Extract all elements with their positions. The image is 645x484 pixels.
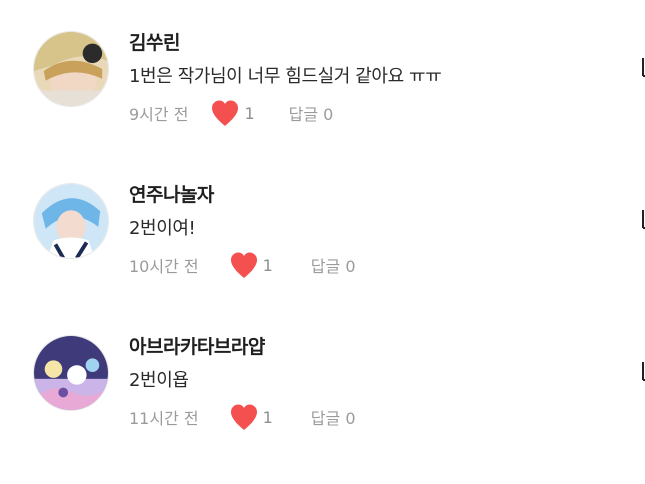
reply-button[interactable]: 답글 0 bbox=[289, 101, 334, 125]
comment-text: 2번이여! bbox=[129, 218, 196, 239]
comment-time: 10시간 전 bbox=[129, 257, 199, 276]
avatar-image bbox=[34, 32, 108, 106]
comment-item: 연주나놀자 2번이여! 10시간 전 1 답글 0 bbox=[0, 174, 645, 304]
comment-time: 11시간 전 bbox=[129, 409, 199, 428]
comment-meta: 11시간 전 1 답글 0 bbox=[129, 402, 356, 432]
comment-item: 아브라카타브라얍 2번이욥 11시간 전 1 답글 0 bbox=[0, 326, 645, 456]
comment-item: 김쑤린 1번은 작가님이 너무 힘드실거 같아요 ㅠㅠ 9시간 전 1 답글 0 bbox=[0, 22, 645, 152]
avatar-image bbox=[34, 184, 108, 258]
comment-username[interactable]: 아브라카타브라얍 bbox=[129, 332, 265, 359]
comment-meta: 9시간 전 1 답글 0 bbox=[129, 98, 333, 128]
heart-icon[interactable] bbox=[210, 99, 240, 127]
more-options-icon[interactable] bbox=[639, 360, 645, 382]
reply-button[interactable]: 답글 0 bbox=[311, 253, 356, 277]
heart-icon[interactable] bbox=[229, 251, 259, 279]
avatar[interactable] bbox=[33, 335, 109, 411]
avatar-image bbox=[34, 336, 108, 410]
comment-time: 9시간 전 bbox=[129, 105, 189, 124]
like-count: 1 bbox=[244, 103, 255, 123]
comment-text: 1번은 작가님이 너무 힘드실거 같아요 ㅠㅠ bbox=[129, 66, 442, 87]
more-options-icon[interactable] bbox=[639, 56, 645, 78]
comment-username[interactable]: 김쑤린 bbox=[129, 28, 180, 55]
heart-icon[interactable] bbox=[229, 403, 259, 431]
like-count: 1 bbox=[262, 255, 273, 275]
more-options-icon[interactable] bbox=[639, 208, 645, 230]
comment-username[interactable]: 연주나놀자 bbox=[129, 180, 214, 207]
comment-text: 2번이욥 bbox=[129, 370, 189, 391]
like-count: 1 bbox=[262, 407, 273, 427]
avatar[interactable] bbox=[33, 183, 109, 259]
comment-meta: 10시간 전 1 답글 0 bbox=[129, 250, 356, 280]
reply-button[interactable]: 답글 0 bbox=[311, 405, 356, 429]
avatar[interactable] bbox=[33, 31, 109, 107]
